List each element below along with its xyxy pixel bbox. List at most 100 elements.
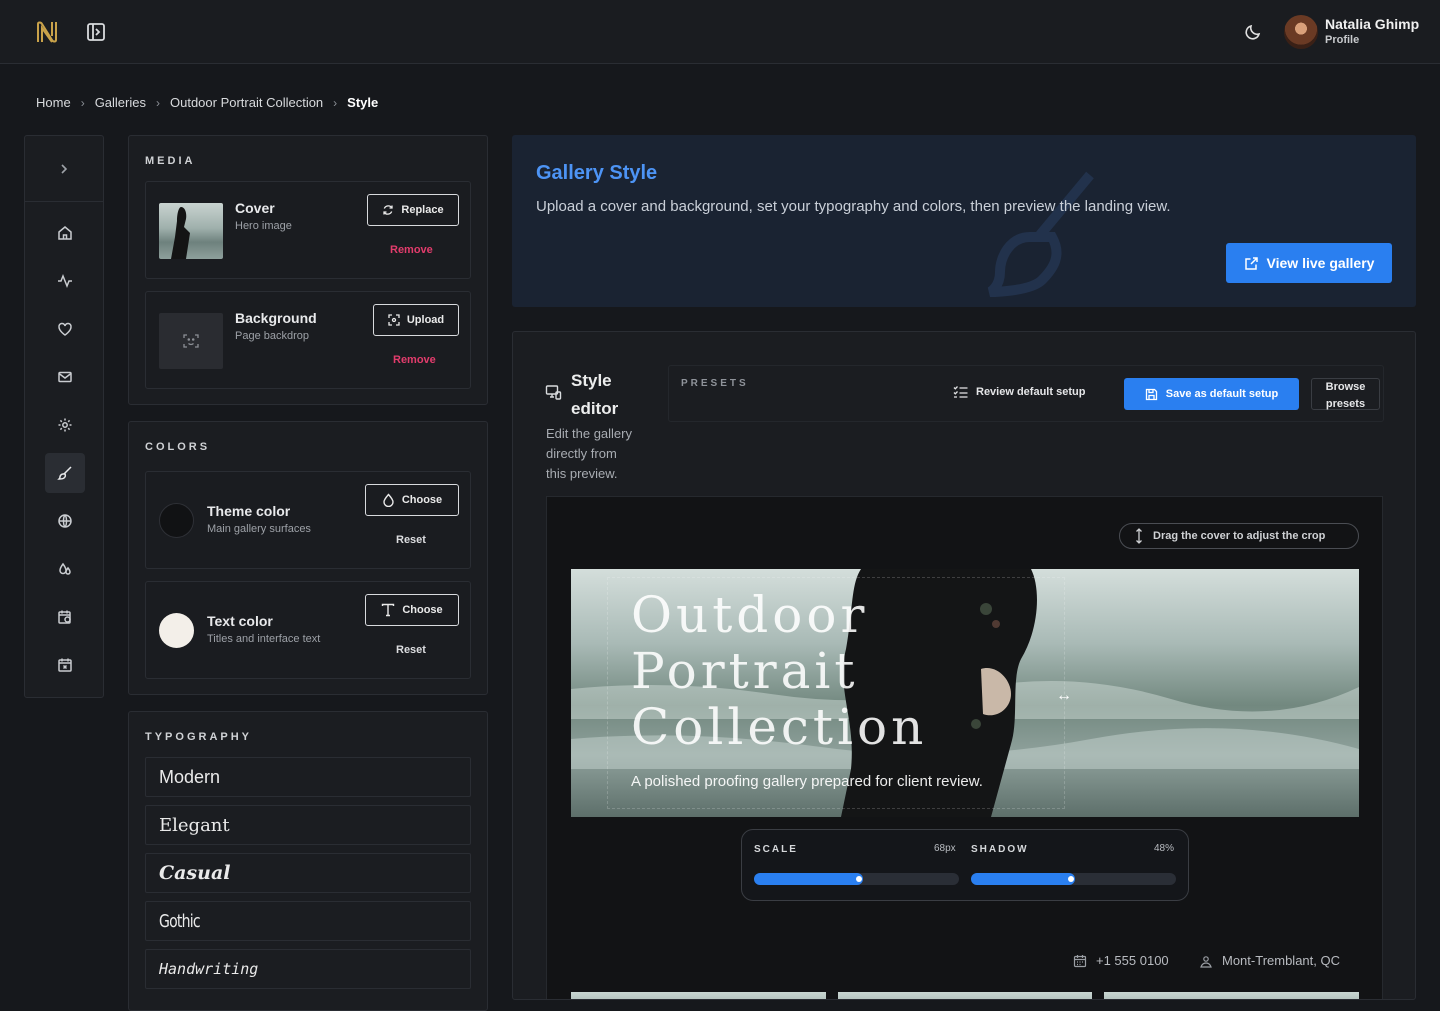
shadow-value: 48% — [1154, 843, 1175, 854]
remove-background-button[interactable]: Remove — [393, 354, 436, 366]
reset-text-color-button[interactable]: Reset — [396, 644, 426, 656]
editor-description-line: this preview. — [546, 466, 618, 481]
text-color-row: Text color Titles and interface text Cho… — [145, 581, 471, 679]
upload-background-button[interactable]: Upload — [373, 304, 459, 336]
cover-adjustment-panel: SCALE 68px SHADOW 48% — [741, 829, 1189, 901]
horizontal-arrows-icon[interactable]: ↔ — [1056, 687, 1072, 705]
background-row: Background Page backdrop Upload Remove — [145, 291, 471, 389]
cover-title-line: Collection — [631, 698, 928, 756]
replace-label: Replace — [401, 204, 444, 216]
face-scan-icon — [183, 334, 199, 348]
save-default-setup-button[interactable]: Save as default setup — [1124, 378, 1299, 410]
mail-icon[interactable] — [45, 357, 85, 397]
calendar-x-icon[interactable] — [45, 645, 85, 685]
scale-slider[interactable] — [754, 873, 959, 885]
home-icon[interactable] — [45, 213, 85, 253]
editor-title-line: editor — [571, 399, 619, 418]
brush-icon[interactable] — [45, 453, 85, 493]
globe-icon[interactable] — [45, 501, 85, 541]
typography-heading: TYPOGRAPHY — [145, 731, 253, 743]
background-placeholder — [159, 313, 223, 369]
cover-image[interactable]: ↔ Outdoor Portrait Collection A polished… — [571, 569, 1359, 817]
view-live-gallery-button[interactable]: View live gallery — [1226, 243, 1392, 283]
user-role[interactable]: Profile — [1325, 34, 1359, 46]
cover-title-text[interactable]: Outdoor Portrait Collection — [631, 587, 991, 755]
expand-nav-button[interactable] — [25, 136, 103, 202]
heart-icon[interactable] — [45, 309, 85, 349]
theme-color-subtitle: Main gallery surfaces — [207, 523, 311, 535]
cover-subtitle-text[interactable]: A polished proofing gallery prepared for… — [631, 773, 983, 790]
gallery-style-banner: Gallery Style Upload a cover and backgro… — [512, 135, 1416, 307]
reset-theme-color-button[interactable]: Reset — [396, 534, 426, 546]
editor-title-line: Style — [571, 371, 612, 390]
breadcrumb-gallery[interactable]: Outdoor Portrait Collection — [170, 95, 323, 110]
text-color-subtitle: Titles and interface text — [207, 633, 321, 645]
chevron-right-icon: › — [155, 95, 160, 110]
nav-rail — [24, 135, 104, 698]
theme-color-title: Theme color — [207, 503, 291, 519]
shadow-label: SHADOW — [971, 844, 1029, 855]
cover-title-line: Portrait — [631, 642, 859, 700]
drops-icon[interactable] — [45, 549, 85, 589]
choose-text-color-button[interactable]: Choose — [365, 594, 459, 626]
avatar[interactable] — [1284, 15, 1318, 49]
editor-description-line: Edit the gallery — [546, 426, 632, 441]
browse-label-line: Browse — [1325, 381, 1366, 393]
font-option-gothic[interactable]: Gothic — [145, 901, 471, 941]
user-name[interactable]: Natalia Ghimp — [1325, 16, 1419, 32]
replace-cover-button[interactable]: Replace — [367, 194, 459, 226]
breadcrumb-home[interactable]: Home — [36, 95, 71, 110]
theme-color-swatch[interactable] — [159, 503, 194, 538]
review-label: Review default setup — [976, 385, 1086, 398]
settings-icon[interactable] — [45, 405, 85, 445]
drag-crop-hint: Drag the cover to adjust the crop — [1119, 523, 1359, 549]
cover-row: Cover Hero image Replace Remove — [145, 181, 471, 279]
brand-logo-icon[interactable] — [34, 18, 62, 46]
choose-theme-color-button[interactable]: Choose — [365, 484, 459, 516]
calendar-icon — [1073, 954, 1087, 967]
colors-card: COLORS Theme color Main gallery surfaces… — [128, 421, 488, 695]
review-default-setup-button[interactable]: Review default setup — [953, 385, 1085, 398]
font-option-modern[interactable]: Modern — [145, 757, 471, 797]
scale-label: SCALE — [754, 844, 798, 855]
font-option-casual[interactable]: Casual — [145, 853, 471, 893]
phone-text: +1 555 0100 — [1096, 953, 1169, 968]
shadow-slider[interactable] — [971, 873, 1176, 885]
colors-heading: COLORS — [145, 441, 211, 453]
cover-title: Cover — [235, 200, 275, 216]
editor-description: Edit the gallery directly from this prev… — [546, 424, 632, 484]
text-color-swatch[interactable] — [159, 613, 194, 648]
contact-phone: +1 555 0100 — [1073, 953, 1169, 968]
sidebar-toggle-icon[interactable] — [85, 21, 107, 43]
activity-icon[interactable] — [45, 261, 85, 301]
chevron-right-icon: › — [80, 95, 85, 110]
cover-thumbnail — [159, 203, 223, 259]
calendar-clock-icon[interactable] — [45, 597, 85, 637]
vertical-arrows-icon — [1136, 528, 1142, 544]
background-subtitle: Page backdrop — [235, 330, 309, 342]
gallery-thumbnail[interactable] — [1104, 992, 1359, 999]
text-color-title: Text color — [207, 613, 273, 629]
breadcrumb-galleries[interactable]: Galleries — [95, 95, 146, 110]
gallery-thumbnail[interactable] — [571, 992, 826, 999]
media-card: MEDIA Cover Hero image Replace Remove Ba… — [128, 135, 488, 405]
background-title: Background — [235, 310, 317, 326]
device-preview-icon — [545, 385, 562, 400]
remove-cover-button[interactable]: Remove — [390, 244, 433, 256]
chevron-right-icon — [61, 163, 68, 174]
font-option-handwriting[interactable]: Handwriting — [145, 949, 471, 989]
contact-location: Mont-Tremblant, QC — [1199, 953, 1340, 968]
shadow-slider-handle[interactable] — [1068, 876, 1074, 882]
dark-mode-toggle-icon[interactable] — [1244, 23, 1262, 41]
gallery-thumbnail[interactable] — [838, 992, 1092, 999]
scale-slider-handle[interactable] — [856, 876, 862, 882]
breadcrumb-current: Style — [347, 95, 379, 110]
save-icon — [1145, 388, 1157, 400]
browse-presets-button[interactable]: Browse presets — [1311, 378, 1380, 410]
save-label: Save as default setup — [1165, 388, 1279, 400]
font-option-elegant[interactable]: Elegant — [145, 805, 471, 845]
external-link-icon — [1244, 256, 1258, 270]
media-heading: MEDIA — [145, 155, 196, 167]
refresh-icon — [383, 205, 394, 215]
typography-card: TYPOGRAPHY Modern Elegant Casual Gothic … — [128, 711, 488, 1011]
